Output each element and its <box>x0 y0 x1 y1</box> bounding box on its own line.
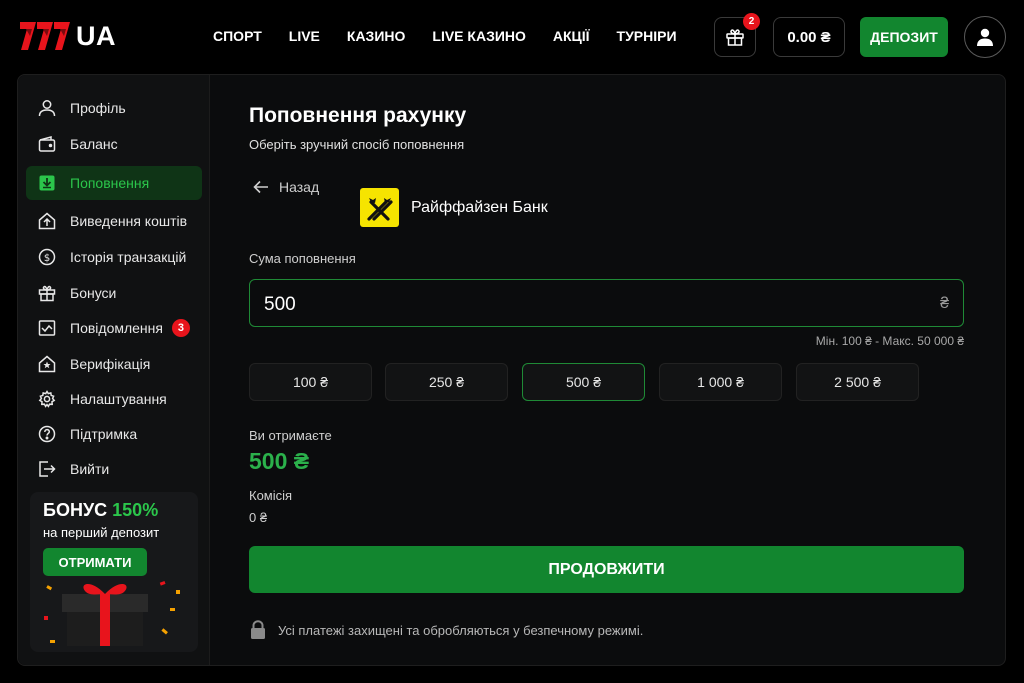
logo-text: UA <box>76 20 116 51</box>
sidebar-item-verification[interactable]: Верифікація <box>26 347 202 381</box>
promo-percent: 150% <box>112 500 159 520</box>
page-subtitle: Оберіть зручний спосіб поповнення <box>249 137 465 152</box>
amount-value: 500 <box>264 294 296 315</box>
user-icon <box>977 28 993 46</box>
back-button[interactable]: Назад <box>253 179 319 195</box>
sidebar-item-label: Бонуси <box>70 285 117 301</box>
gifts-button[interactable]: 2 <box>714 13 760 57</box>
fee-label: Комісія <box>249 488 293 503</box>
sidebar-item-label: Підтримка <box>70 426 138 442</box>
user-icon <box>37 98 57 118</box>
sidebar-item-balance[interactable]: Баланс <box>26 127 202 161</box>
nav-tournaments[interactable]: ТУРНІРИ <box>617 28 677 44</box>
deposit-icon <box>37 173 57 193</box>
logo-777-mark <box>20 22 70 50</box>
preset-amount-button[interactable]: 250 ₴ <box>385 363 508 401</box>
receive-amount: 500 ₴ <box>249 448 310 474</box>
nav-live[interactable]: LIVE <box>289 28 320 44</box>
header-deposit-button[interactable]: ДЕПОЗИТ <box>860 17 948 57</box>
lock-icon <box>251 620 265 639</box>
first-deposit-bonus-promo: БОНУС 150% на перший депозит ОТРИМАТИ <box>30 492 198 652</box>
nav-casino[interactable]: КАЗИНО <box>347 28 406 44</box>
withdraw-icon <box>37 211 57 231</box>
main-nav: СПОРТ LIVE КАЗИНО LIVE КАЗИНО АКЦІЇ ТУРН… <box>213 28 704 44</box>
sidebar-item-label: Вийти <box>70 461 110 477</box>
history-icon: $ <box>37 247 57 267</box>
amount-label: Сума поповнення <box>249 251 356 266</box>
fee-amount: 0 ₴ <box>249 510 268 525</box>
sidebar-item-label: Повідомлення <box>70 320 163 336</box>
top-header: UA СПОРТ LIVE КАЗИНО LIVE КАЗИНО АКЦІЇ Т… <box>0 0 1024 75</box>
sidebar-item-label: Профіль <box>70 100 126 116</box>
gift-count-badge: 2 <box>743 13 760 30</box>
page-title: Поповнення рахунку <box>249 104 467 127</box>
site-logo[interactable]: UA <box>18 16 116 56</box>
sidebar-item-deposit[interactable]: Поповнення <box>26 166 202 200</box>
promo-title: БОНУС 150% <box>43 500 158 521</box>
currency-symbol: ₴ <box>940 295 949 312</box>
sidebar-item-history[interactable]: $ Історія транзакцій <box>26 240 202 274</box>
logout-icon <box>37 459 57 479</box>
bank-name: Райффайзен Банк <box>411 198 548 216</box>
raiffeisen-logo-icon <box>360 188 399 227</box>
preset-amount-button[interactable]: 1 000 ₴ <box>659 363 782 401</box>
preset-amount-button-selected[interactable]: 500 ₴ <box>522 363 645 401</box>
receive-label: Ви отримаєте <box>249 428 332 443</box>
arrow-left-icon <box>253 180 268 194</box>
sidebar-item-logout[interactable]: Вийти <box>26 452 202 486</box>
sidebar-item-profile[interactable]: Профіль <box>26 91 202 125</box>
sidebar-item-withdraw[interactable]: Виведення коштів <box>26 204 202 238</box>
gift-icon <box>37 283 57 303</box>
sidebar-item-label: Баланс <box>70 136 118 152</box>
sidebar-item-label: Верифікація <box>70 356 151 372</box>
help-icon <box>37 424 57 444</box>
account-avatar-button[interactable] <box>964 16 1006 58</box>
promo-title-text: БОНУС <box>43 500 108 520</box>
sidebar-item-settings[interactable]: Налаштування <box>26 382 202 416</box>
sidebar-item-label: Поповнення <box>70 175 150 191</box>
sidebar-item-label: Налаштування <box>70 391 167 407</box>
nav-sport[interactable]: СПОРТ <box>213 28 262 44</box>
sidebar-item-messages[interactable]: Повідомлення 3 <box>26 311 202 345</box>
gift-icon <box>726 29 744 46</box>
nav-promotions[interactable]: АКЦІЇ <box>553 28 590 44</box>
gift-box-illustration <box>44 581 180 646</box>
preset-amount-button[interactable]: 100 ₴ <box>249 363 372 401</box>
security-note: Усі платежі захищені та обробляються у б… <box>249 620 643 640</box>
back-label: Назад <box>279 179 320 195</box>
sidebar-item-label: Виведення коштів <box>70 213 188 229</box>
svg-text:$: $ <box>44 253 50 264</box>
promo-subtitle: на перший депозит <box>43 525 160 540</box>
sidebar-item-label: Історія транзакцій <box>70 249 187 265</box>
mail-icon <box>37 318 57 338</box>
amount-limits: Мін. 100 ₴ - Макс. 50 000 ₴ <box>815 334 964 348</box>
settings-icon <box>37 389 57 409</box>
wallet-icon <box>37 134 57 154</box>
deposit-amount-input[interactable]: 500 ₴ <box>249 279 964 327</box>
nav-live-casino[interactable]: LIVE КАЗИНО <box>432 28 526 44</box>
balance-button[interactable]: 0.00 ₴ <box>773 17 845 57</box>
verification-icon <box>37 354 57 374</box>
continue-button[interactable]: ПРОДОВЖИТИ <box>249 546 964 593</box>
sidebar-item-support[interactable]: Підтримка <box>26 417 202 451</box>
preset-amount-button[interactable]: 2 500 ₴ <box>796 363 919 401</box>
sidebar-item-bonuses[interactable]: Бонуси <box>26 276 202 310</box>
security-note-text: Усі платежі захищені та обробляються у б… <box>278 622 644 638</box>
deposit-main-panel: Поповнення рахунку Оберіть зручний спосі… <box>228 75 1004 665</box>
messages-count-badge: 3 <box>171 319 190 337</box>
selected-payment-method: Райффайзен Банк <box>360 188 548 227</box>
